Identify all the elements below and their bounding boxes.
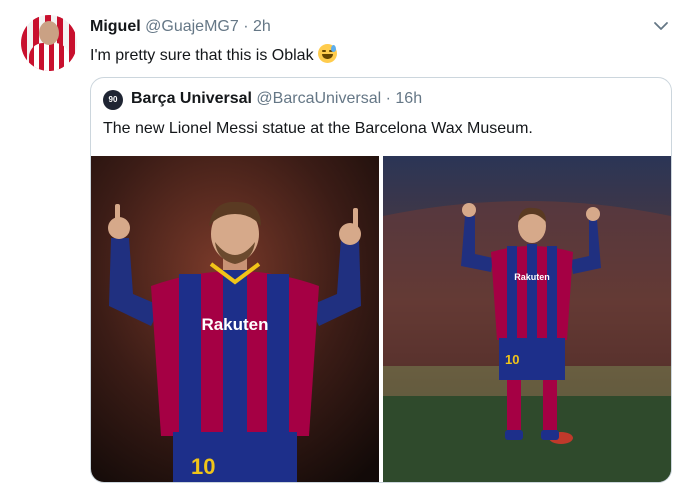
author-name[interactable]: Miguel [90, 18, 141, 35]
chevron-down-icon[interactable] [652, 17, 670, 35]
sweat-smile-emoji [317, 44, 337, 63]
shirt-sponsor-text: Rakuten [201, 315, 268, 334]
tweet-text: I'm pretty sure that this is Oblak [90, 44, 337, 65]
quoted-author-avatar[interactable]: 90 [103, 90, 123, 110]
statue-photo-closeup[interactable]: Rakuten 10 [91, 156, 379, 482]
quoted-tweet-header: Barça Universal @BarcaUniversal · 16h [131, 90, 422, 108]
tweet[interactable]: Miguel @GuajeMG7 · 2h I'm pretty sure th… [0, 0, 690, 493]
shorts-number-text: 10 [505, 352, 519, 367]
author-handle[interactable]: @GuajeMG7 [145, 18, 239, 35]
media-grid: Rakuten 10 Rakuten 10 [91, 156, 671, 482]
tweet-timestamp[interactable]: 2h [253, 18, 271, 35]
tweet-text-content: I'm pretty sure that this is Oblak [90, 47, 314, 64]
quoted-tweet[interactable]: 90 Barça Universal @BarcaUniversal · 16h… [90, 77, 672, 483]
statue-photo-fullbody[interactable]: Rakuten 10 [383, 156, 671, 482]
shirt-sponsor-text: Rakuten [514, 272, 550, 282]
author-avatar[interactable] [21, 15, 77, 71]
quoted-tweet-timestamp[interactable]: 16h [395, 90, 422, 107]
separator: · [243, 18, 249, 35]
quoted-author-name[interactable]: Barça Universal [131, 90, 252, 107]
shorts-number-text: 10 [191, 454, 215, 479]
tweet-header: Miguel @GuajeMG7 · 2h [90, 18, 271, 36]
separator: · [385, 90, 391, 107]
quoted-author-handle[interactable]: @BarcaUniversal [256, 90, 381, 107]
quoted-tweet-text: The new Lionel Messi statue at the Barce… [103, 120, 533, 137]
